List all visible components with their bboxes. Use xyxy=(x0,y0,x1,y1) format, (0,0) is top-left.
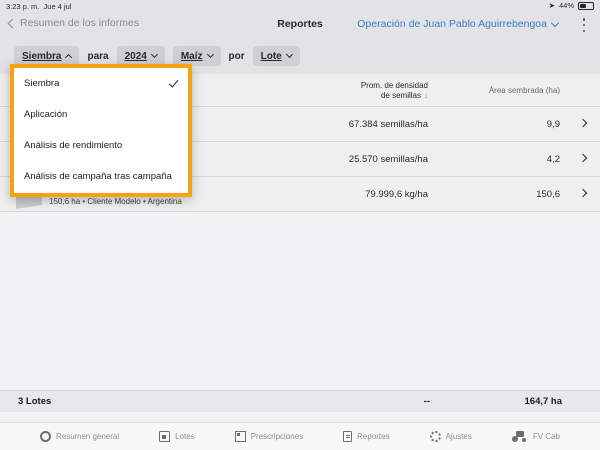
total-density: -- xyxy=(423,396,430,407)
chevron-down-icon xyxy=(550,18,560,27)
location-icon: ➤ xyxy=(548,1,555,10)
chevron-up-icon xyxy=(65,53,73,62)
area-value: 4,2 xyxy=(546,154,560,165)
chevron-right-icon xyxy=(578,153,588,163)
overview-icon xyxy=(39,431,51,442)
tab-fv-cab[interactable]: FV Cab xyxy=(511,431,560,442)
status-time: 3:23 p. m. Jue 4 jul xyxy=(6,2,72,11)
fields-icon xyxy=(159,431,171,442)
tab-lotes[interactable]: Lotes xyxy=(159,431,195,442)
battery-icon xyxy=(578,1,594,10)
tab-ajustes[interactable]: Ajustes xyxy=(429,431,472,442)
checkmark-icon xyxy=(168,77,179,88)
chevron-right-icon xyxy=(578,188,588,198)
dropdown-option-campana-tras-campana[interactable]: Análisis de campaña tras campaña xyxy=(14,161,188,192)
filter-bar: Siembra para 2024 Maíz por Lote xyxy=(14,46,300,66)
tab-resumen-general[interactable]: Resumen general xyxy=(39,431,119,442)
crop-label: Maíz xyxy=(180,50,203,62)
group-by-selector[interactable]: Lote xyxy=(252,46,300,66)
density-value: 79.999,6 kg/ha xyxy=(365,189,428,200)
year-label: 2024 xyxy=(124,50,147,62)
totals-bar: 3 Lotes -- 164,7 ha xyxy=(0,390,600,412)
field-subtitle: 150,6 ha • Cliente Modelo • Argentina xyxy=(49,197,182,206)
crop-selector[interactable]: Maíz xyxy=(172,46,221,66)
dropdown-option-analisis-rendimiento[interactable]: Análisis de rendimiento xyxy=(14,130,188,161)
tab-bar: Resumen general Lotes Prescripciones Rep… xyxy=(0,422,600,450)
area-value: 150,6 xyxy=(536,189,560,200)
tab-reportes[interactable]: Reportes xyxy=(343,431,390,442)
prescriptions-icon xyxy=(234,431,246,442)
tab-prescripciones[interactable]: Prescripciones xyxy=(234,431,303,442)
reports-icon xyxy=(343,431,353,442)
nav-bar: Resumen de los informes Reportes Operaci… xyxy=(0,14,600,38)
area-column-header[interactable]: Área sembrada (ha) xyxy=(489,86,560,95)
density-value: 25.570 semillas/ha xyxy=(348,154,428,165)
chevron-down-icon xyxy=(150,50,158,59)
battery-percent: 44% xyxy=(558,1,574,10)
operation-selector[interactable]: Operación de Juan Pablo Aguirrebengoa xyxy=(357,18,560,30)
report-type-label: Siembra xyxy=(22,50,62,62)
report-type-dropdown: Siembra Aplicación Análisis de rendimien… xyxy=(10,64,192,197)
sort-arrow-icon: ↓ xyxy=(424,91,428,100)
density-value: 67.384 semillas/ha xyxy=(348,119,428,130)
dropdown-option-siembra[interactable]: Siembra xyxy=(14,68,188,99)
chevron-down-icon xyxy=(206,50,214,59)
total-area: 164,7 ha xyxy=(524,396,563,407)
chevron-right-icon xyxy=(578,118,588,128)
empty-area xyxy=(0,212,600,390)
operation-label: Operación de Juan Pablo Aguirrebengoa xyxy=(357,18,547,30)
year-selector[interactable]: 2024 xyxy=(116,46,165,66)
dropdown-option-aplicacion[interactable]: Aplicación xyxy=(14,99,188,130)
more-options-icon[interactable] xyxy=(582,18,586,32)
group-by-label: Lote xyxy=(260,50,282,62)
status-bar: 3:23 p. m. Jue 4 jul ➤ 44% xyxy=(0,0,600,12)
connector-para: para xyxy=(87,50,109,62)
area-value: 9,9 xyxy=(546,119,560,130)
chevron-down-icon xyxy=(285,50,293,59)
total-count: 3 Lotes xyxy=(18,396,52,407)
status-right: ➤ 44% xyxy=(549,1,594,10)
battery-fill xyxy=(580,3,587,8)
gear-icon xyxy=(429,431,441,442)
tractor-icon xyxy=(511,431,528,442)
report-type-selector[interactable]: Siembra xyxy=(14,46,80,66)
density-column-header[interactable]: Prom. de densidad de semillas ↓ xyxy=(361,81,428,101)
connector-por: por xyxy=(228,50,245,62)
